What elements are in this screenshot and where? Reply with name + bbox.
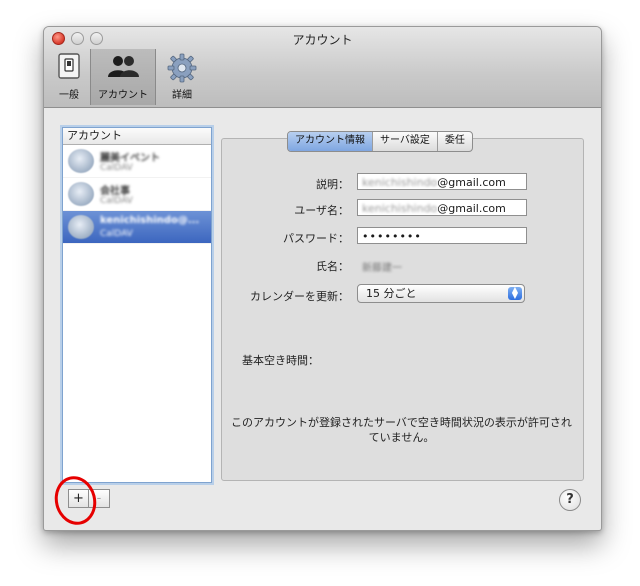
full-name-label: 氏名：	[316, 260, 349, 273]
username-visible-text: @gmail.com	[437, 202, 506, 215]
toolbar-general-button[interactable]: 一般	[50, 49, 88, 105]
account-name: 麗美イベント	[100, 153, 160, 164]
tab-server-settings[interactable]: サーバ設定	[372, 132, 437, 151]
select-arrows-icon: ▲ ▼	[508, 286, 522, 300]
tab-account-info[interactable]: アカウント情報	[288, 132, 372, 151]
general-switch-icon	[57, 53, 81, 82]
account-item-selected[interactable]: kenichishindo@... CalDAV	[63, 211, 211, 244]
username-hidden-text: kenichishindo	[362, 202, 438, 215]
description-field[interactable]: kenichishindo@gmail.com	[357, 173, 527, 190]
account-name: 会社事	[100, 186, 130, 197]
refresh-interval-select[interactable]: 15 分ごと ▲ ▼	[357, 284, 525, 303]
tab-delegation[interactable]: 委任	[436, 132, 472, 151]
help-button[interactable]: ?	[559, 489, 581, 511]
password-field[interactable]: ••••••••	[357, 227, 527, 244]
refresh-calendar-label: カレンダーを更新：	[250, 290, 349, 303]
preferences-window: アカウント 一般 アカウント 詳細 アカウント 麗美イベント CalDAV 会社…	[43, 26, 602, 531]
toolbar-advanced-button[interactable]: 詳細	[158, 49, 206, 105]
account-item[interactable]: 会社事 CalDAV	[63, 178, 211, 211]
refresh-interval-value: 15 分ごと	[366, 287, 417, 300]
description-visible-text: @gmail.com	[437, 176, 506, 189]
toolbar-advanced-label: 詳細	[172, 90, 192, 101]
people-icon	[106, 53, 140, 82]
availability-notice: このアカウントが登録されたサーバで空き時間状況の表示が許可されていません。	[231, 416, 572, 444]
account-avatar-icon	[68, 215, 94, 239]
account-list[interactable]: アカウント 麗美イベント CalDAV 会社事 CalDAV kenichish…	[62, 127, 212, 483]
password-label: パスワード：	[283, 232, 349, 245]
availability-label: 基本空き時間：	[242, 354, 319, 367]
username-field[interactable]: kenichishindo@gmail.com	[357, 199, 527, 216]
account-list-header: アカウント	[63, 128, 211, 145]
account-item[interactable]: 麗美イベント CalDAV	[63, 145, 211, 178]
account-avatar-icon	[68, 149, 94, 173]
account-type: CalDAV	[100, 163, 133, 173]
full-name-value: 新藤建一	[362, 263, 402, 274]
account-avatar-icon	[68, 182, 94, 206]
toolbar-account-label: アカウント	[98, 90, 148, 101]
account-type: CalDAV	[100, 229, 133, 239]
title-bar: アカウント 一般 アカウント 詳細	[44, 27, 601, 108]
gear-icon	[167, 53, 197, 86]
account-type: CalDAV	[100, 196, 133, 206]
description-label: 説明：	[316, 178, 349, 191]
description-hidden-text: kenichishindo	[362, 176, 438, 189]
account-name: kenichishindo@...	[100, 215, 200, 226]
window-title: アカウント	[292, 33, 353, 47]
toolbar-account-button[interactable]: アカウント	[90, 49, 156, 105]
settings-tabs: アカウント情報 サーバ設定 委任	[287, 131, 473, 152]
username-label: ユーザ名：	[294, 204, 349, 217]
toolbar-general-label: 一般	[59, 90, 79, 101]
